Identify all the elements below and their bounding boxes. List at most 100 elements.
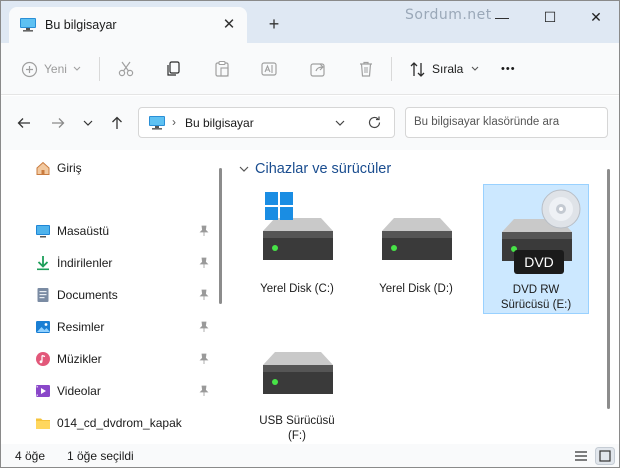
item-count: 4 öğe xyxy=(15,449,46,463)
sort-icon xyxy=(410,61,425,77)
delete-icon xyxy=(360,61,372,77)
dvd-badge: DVD xyxy=(524,254,554,270)
sidebar-item-label: İndirilenler xyxy=(57,256,113,270)
sidebar-item-desktop[interactable]: Masaüstü xyxy=(1,217,213,245)
large-icons-view-icon[interactable] xyxy=(595,447,615,465)
new-button[interactable]: Yeni xyxy=(21,43,81,95)
sidebar-item-label: Videolar xyxy=(57,384,101,398)
drive-item-d[interactable]: Yerel Disk (D:) xyxy=(364,184,470,314)
title-bar: Bu bilgisayar ✕ + Sordum.net — ☐ ✕ xyxy=(1,1,619,43)
breadcrumb-separator[interactable]: › xyxy=(172,115,176,129)
arrow-left-icon xyxy=(17,118,30,128)
sidebar-item-folder[interactable]: 014_cd_dvdrom_kapak xyxy=(1,409,213,437)
pin-icon xyxy=(199,257,209,268)
close-window-button[interactable]: ✕ xyxy=(573,1,619,33)
breadcrumb-this-pc[interactable]: Bu bilgisayar xyxy=(185,116,254,130)
share-button[interactable] xyxy=(309,43,327,95)
chevron-down-icon xyxy=(83,120,93,126)
sidebar-scrollbar[interactable] xyxy=(219,168,222,304)
pin-icon xyxy=(199,225,209,236)
arrow-up-icon xyxy=(112,116,122,129)
sidebar-item-home[interactable]: Giriş xyxy=(1,154,213,182)
navigation-pane: Giriş Masaüstü İndirilenler Documents Re… xyxy=(1,150,215,444)
downloads-icon xyxy=(37,256,49,271)
share-icon xyxy=(310,63,325,77)
this-pc-icon xyxy=(20,18,36,32)
drive-label: USB Sürücüsü xyxy=(259,415,335,427)
sidebar-item-videos[interactable]: Videolar xyxy=(1,377,213,405)
delete-button[interactable] xyxy=(357,43,375,95)
new-tab-button[interactable]: + xyxy=(263,14,285,36)
sidebar-item-documents[interactable]: Documents xyxy=(1,281,213,309)
paste-icon xyxy=(215,60,229,77)
pin-icon xyxy=(199,289,209,300)
drive-label: Yerel Disk (C:) xyxy=(260,283,334,295)
rename-icon xyxy=(261,62,277,76)
sidebar-item-pictures[interactable]: Resimler xyxy=(1,313,213,341)
windows-drive-icon xyxy=(263,192,333,260)
folder-icon xyxy=(36,418,50,429)
group-title: Cihazlar ve sürücüler xyxy=(255,161,392,177)
up-button[interactable] xyxy=(104,110,130,136)
cut-icon xyxy=(118,61,134,77)
drive-item-e[interactable]: DVD DVD RW Sürücüsü (E:) xyxy=(483,184,589,314)
sidebar-item-downloads[interactable]: İndirilenler xyxy=(1,249,213,277)
chevron-down-icon[interactable] xyxy=(335,116,345,130)
forward-button[interactable] xyxy=(45,110,71,136)
maximize-button[interactable]: ☐ xyxy=(527,1,573,33)
home-icon xyxy=(36,161,50,175)
close-tab-icon[interactable]: ✕ xyxy=(219,15,239,35)
content-scrollbar[interactable] xyxy=(607,169,610,409)
drive-item-c[interactable]: Yerel Disk (C:) xyxy=(245,184,351,314)
pictures-icon xyxy=(36,321,50,333)
tab-this-pc[interactable]: Bu bilgisayar ✕ xyxy=(9,7,247,43)
pin-icon xyxy=(199,385,209,396)
pin-icon xyxy=(199,321,209,332)
minimize-button[interactable]: — xyxy=(479,1,525,33)
drive-label-line2: Sürücüsü (E:) xyxy=(500,299,572,311)
new-label: Yeni xyxy=(44,62,67,76)
sidebar-item-label: Giriş xyxy=(57,161,82,175)
drive-label: Yerel Disk (D:) xyxy=(379,283,453,295)
command-bar: Yeni Sırala ••• xyxy=(1,43,619,95)
address-bar[interactable]: › Bu bilgisayar xyxy=(138,107,395,138)
rename-button[interactable] xyxy=(260,43,278,95)
more-button[interactable]: ••• xyxy=(501,43,516,95)
content-pane: Cihazlar ve sürücüler Yerel Disk (C:) Ye… xyxy=(227,150,611,444)
videos-icon xyxy=(36,385,50,397)
pin-icon xyxy=(199,353,209,364)
address-row: › Bu bilgisayar Bu bilgisayar klasöründe… xyxy=(1,96,619,150)
desktop-icon xyxy=(36,225,50,238)
cut-button[interactable] xyxy=(117,43,135,95)
documents-icon xyxy=(37,288,49,302)
tab-title: Bu bilgisayar xyxy=(45,18,117,32)
sidebar-item-label: Müzikler xyxy=(57,352,102,366)
status-bar: 4 öğe 1 öğe seçildi xyxy=(1,444,619,467)
music-icon xyxy=(36,352,50,366)
group-header[interactable]: Cihazlar ve sürücüler xyxy=(239,161,391,177)
drive-icon xyxy=(382,218,452,260)
paste-button[interactable] xyxy=(213,43,231,95)
chevron-down-icon xyxy=(471,66,479,71)
arrow-right-icon xyxy=(52,118,65,128)
toolbar-divider xyxy=(99,57,100,81)
recent-locations-button[interactable] xyxy=(75,110,101,136)
more-icon: ••• xyxy=(501,63,516,75)
sidebar-item-music[interactable]: Müzikler xyxy=(1,345,213,373)
sidebar-item-label: 014_cd_dvdrom_kapak xyxy=(57,416,182,430)
this-pc-icon xyxy=(149,116,165,130)
back-button[interactable] xyxy=(11,110,37,136)
sidebar-item-label: Documents xyxy=(57,288,118,302)
toolbar-divider xyxy=(391,57,392,81)
sort-button[interactable]: Sırala xyxy=(409,43,479,95)
copy-icon xyxy=(167,61,180,76)
sidebar-item-label: Resimler xyxy=(57,320,105,334)
new-icon xyxy=(21,61,38,77)
sidebar-item-label: Masaüstü xyxy=(57,224,110,238)
chevron-down-icon xyxy=(239,166,249,172)
refresh-icon[interactable] xyxy=(367,115,382,130)
search-box[interactable]: Bu bilgisayar klasöründe ara xyxy=(405,107,608,138)
copy-button[interactable] xyxy=(164,43,182,95)
details-view-icon[interactable] xyxy=(571,447,591,465)
selected-count: 1 öğe seçildi xyxy=(67,449,134,463)
